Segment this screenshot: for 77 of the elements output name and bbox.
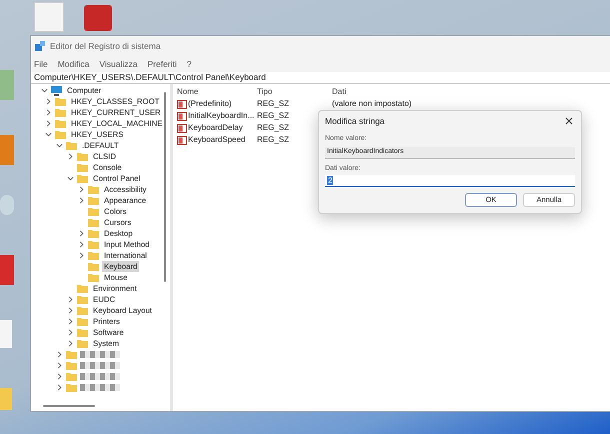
folder-icon xyxy=(66,383,77,392)
folder-icon xyxy=(55,119,66,128)
folder-icon xyxy=(77,152,88,161)
value-data-field[interactable]: 2 xyxy=(325,175,575,187)
string-value-icon xyxy=(177,100,187,108)
folder-icon xyxy=(77,306,88,315)
folder-icon xyxy=(55,130,66,139)
value-type: REG_SZ xyxy=(257,122,290,134)
chevron-right-icon[interactable] xyxy=(67,318,74,325)
folder-icon xyxy=(77,295,88,304)
chevron-right-icon[interactable] xyxy=(45,109,52,116)
folder-icon xyxy=(77,163,88,172)
value-data: (valore non impostato) xyxy=(332,98,412,110)
folder-icon xyxy=(88,185,99,194)
monitor-icon xyxy=(51,86,62,96)
chevron-right-icon[interactable] xyxy=(56,373,63,380)
chevron-right-icon[interactable] xyxy=(78,186,85,193)
chevron-right-icon[interactable] xyxy=(45,98,52,105)
chevron-right-icon[interactable] xyxy=(78,197,85,204)
column-header[interactable]: Tipo xyxy=(257,86,332,98)
window-title: Editor del Registro di sistema xyxy=(50,40,161,52)
folder-icon xyxy=(88,262,99,271)
horizontal-scrollbar[interactable] xyxy=(43,405,95,407)
folder-icon xyxy=(55,108,66,117)
address-bar[interactable]: Computer\HKEY_USERS\.DEFAULT\Control Panel\Keyboard xyxy=(31,72,610,84)
chevron-right-icon[interactable] xyxy=(67,153,74,160)
folder-icon xyxy=(66,361,77,370)
close-icon[interactable] xyxy=(565,117,573,125)
chevron-right-icon[interactable] xyxy=(67,340,74,347)
folder-icon xyxy=(77,317,88,326)
folder-icon xyxy=(88,251,99,260)
value-name[interactable]: KeyboardSpeed xyxy=(188,134,246,146)
chevron-down-icon[interactable] xyxy=(45,131,52,138)
string-value-icon xyxy=(177,112,187,120)
string-value-icon xyxy=(177,124,187,132)
menu-item[interactable]: Visualizza xyxy=(99,58,138,70)
folder-icon xyxy=(66,141,77,150)
chevron-right-icon[interactable] xyxy=(56,384,63,391)
menu-item[interactable]: Preferiti xyxy=(147,58,177,70)
folder-icon xyxy=(88,218,99,227)
menu-item[interactable]: File xyxy=(34,58,48,70)
vertical-scrollbar[interactable] xyxy=(164,92,166,282)
column-header[interactable]: Dati xyxy=(332,86,422,98)
string-value-icon xyxy=(177,136,187,144)
chevron-right-icon[interactable] xyxy=(78,241,85,248)
chevron-right-icon[interactable] xyxy=(67,329,74,336)
folder-icon xyxy=(77,174,88,183)
column-header[interactable]: Nome xyxy=(177,86,257,98)
folder-icon xyxy=(77,328,88,337)
menu-item[interactable]: Modifica xyxy=(58,58,90,70)
chevron-down-icon[interactable] xyxy=(56,142,63,149)
folder-icon xyxy=(55,97,66,106)
folder-icon xyxy=(88,229,99,238)
folder-icon xyxy=(88,207,99,216)
chevron-right-icon[interactable] xyxy=(67,296,74,303)
folder-icon xyxy=(77,284,88,293)
value-name[interactable]: (Predefinito) xyxy=(188,98,232,110)
value-name[interactable]: KeyboardDelay xyxy=(188,122,243,134)
chevron-right-icon[interactable] xyxy=(78,252,85,259)
chevron-right-icon[interactable] xyxy=(56,362,63,369)
chevron-right-icon[interactable] xyxy=(67,307,74,314)
folder-icon xyxy=(88,240,99,249)
value-type: REG_SZ xyxy=(257,98,290,110)
folder-icon xyxy=(66,350,77,359)
chevron-right-icon[interactable] xyxy=(45,120,52,127)
folder-icon xyxy=(66,372,77,381)
dialog-title: Modifica stringa xyxy=(325,114,385,128)
chevron-right-icon[interactable] xyxy=(78,230,85,237)
folder-icon xyxy=(77,339,88,348)
folder-icon xyxy=(88,196,99,205)
chevron-right-icon[interactable] xyxy=(56,351,63,358)
folder-icon xyxy=(88,273,99,282)
chevron-down-icon[interactable] xyxy=(67,175,74,182)
value-name[interactable]: InitialKeyboardIn... xyxy=(188,110,254,122)
registry-app-icon xyxy=(35,41,45,51)
chevron-down-icon[interactable] xyxy=(41,87,48,94)
menu-item[interactable]: ? xyxy=(186,58,192,70)
